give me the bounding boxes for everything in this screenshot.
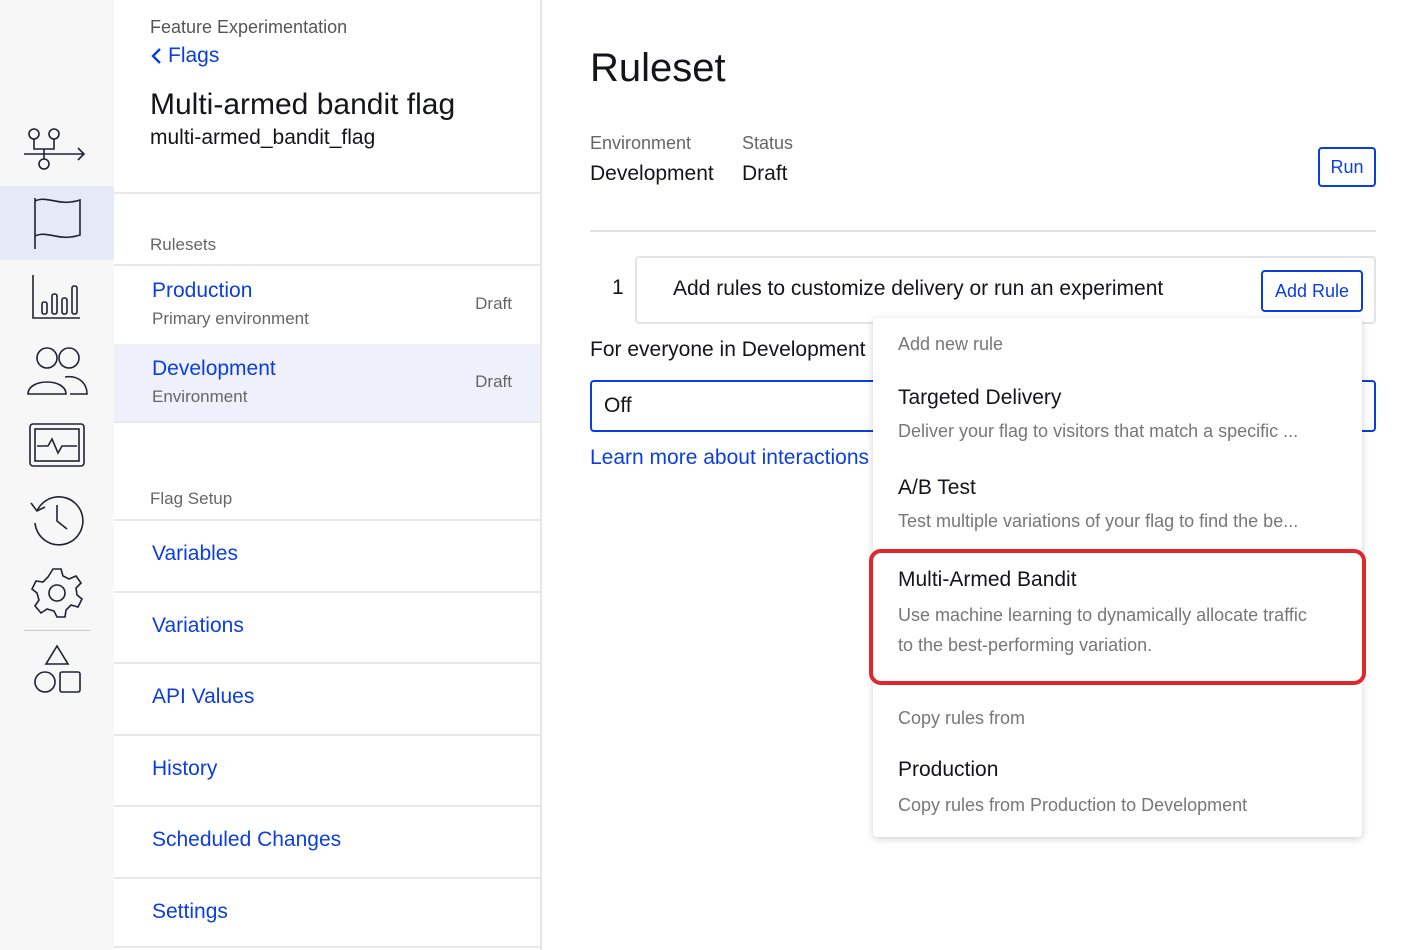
ruleset-subtitle: Environment (152, 387, 248, 406)
menu-option-description: Copy rules from Production to Developmen… (898, 795, 1248, 815)
chevron-left-icon (151, 48, 161, 64)
rail-item-history[interactable] (0, 482, 114, 556)
rail-item-flows[interactable] (0, 112, 114, 186)
menu-option-description: Test multiple variations of your flag to… (898, 511, 1299, 531)
setup-item-scheduled-changes[interactable]: Scheduled Changes (114, 805, 540, 877)
monitor-pulse-icon (29, 423, 85, 467)
rail-item-reports[interactable] (0, 260, 114, 334)
setup-item-label: Variations (152, 614, 244, 637)
ruleset-subtitle: Primary environment (152, 309, 309, 328)
everyone-rule-label: For everyone in Development (590, 338, 866, 361)
setup-item-variables[interactable]: Variables (114, 519, 540, 591)
setup-item-history[interactable]: History (114, 734, 540, 806)
setup-item-label: Variables (152, 542, 238, 565)
menu-section-heading: Copy rules from (898, 708, 1026, 728)
flag-sidebar: Feature Experimentation Flags Multi-arme… (114, 0, 542, 950)
ruleset-name: Production (152, 279, 253, 302)
select-value: Off (604, 394, 632, 417)
back-link-label: Flags (168, 44, 220, 67)
status-value: Draft (742, 162, 788, 185)
add-rule-button[interactable]: Add Rule (1261, 270, 1363, 312)
rail-item-audiences[interactable] (0, 334, 114, 408)
empty-rule-card: Add rules to customize delivery or run a… (635, 256, 1376, 324)
rail-item-settings[interactable] (0, 556, 114, 630)
rule-number: 1 (612, 276, 624, 299)
setup-item-api-values[interactable]: API Values (114, 662, 540, 734)
setup-item-label: History (152, 757, 218, 780)
menu-option-title: A/B Test (898, 476, 976, 499)
divider (114, 946, 540, 948)
menu-option-ab-test[interactable]: A/B Test Test multiple variations of you… (873, 466, 1362, 548)
ruleset-item-production[interactable]: Production Primary environment Draft (114, 266, 540, 344)
gear-icon (30, 568, 84, 618)
highlight-outline (869, 549, 1366, 685)
learn-more-link[interactable]: Learn more about interactions (590, 446, 869, 470)
flag-key: multi-armed_bandit_flag (150, 126, 376, 149)
back-to-flags-link[interactable]: Flags (150, 44, 219, 68)
flag-name: Multi-armed bandit flag (150, 88, 456, 121)
menu-section-heading: Add new rule (898, 334, 1004, 354)
environment-value: Development (590, 162, 714, 185)
menu-option-title: Targeted Delivery (898, 386, 1062, 409)
bar-chart-icon (32, 275, 80, 319)
setup-item-label: API Values (152, 685, 255, 708)
run-button[interactable]: Run (1318, 147, 1376, 187)
flag-setup-heading: Flag Setup (150, 489, 233, 508)
users-icon (27, 347, 88, 395)
history-icon (30, 496, 84, 546)
divider (590, 230, 1376, 232)
menu-option-targeted-delivery[interactable]: Targeted Delivery Deliver your flag to v… (873, 374, 1362, 456)
menu-option-title: Production (898, 758, 999, 781)
setup-item-variations[interactable]: Variations (114, 591, 540, 663)
status-label: Status (742, 133, 794, 153)
setup-item-label: Scheduled Changes (152, 828, 342, 851)
setup-item-settings[interactable]: Settings (114, 877, 540, 949)
empty-rule-text: Add rules to customize delivery or run a… (673, 277, 1164, 300)
page-title: Ruleset (590, 46, 726, 90)
icon-rail (0, 0, 114, 950)
ruleset-status: Draft (475, 372, 512, 391)
breadcrumb: Feature Experimentation (150, 17, 348, 37)
rail-divider (24, 630, 90, 631)
ruleset-item-development[interactable]: Development Environment Draft (114, 344, 540, 422)
rulesets-heading: Rulesets (150, 235, 217, 254)
ruleset-name: Development (152, 357, 276, 380)
flag-icon (34, 198, 81, 249)
rail-item-flags[interactable] (0, 186, 114, 260)
divider (114, 192, 540, 194)
menu-option-description: Deliver your flag to visitors that match… (898, 421, 1299, 441)
flow-icon (24, 128, 86, 170)
rail-item-apps[interactable] (0, 633, 114, 707)
setup-item-label: Settings (152, 900, 228, 923)
ruleset-status: Draft (475, 294, 512, 313)
environment-label: Environment (590, 133, 692, 153)
rail-item-events[interactable] (0, 408, 114, 482)
divider (114, 421, 540, 423)
menu-option-copy-production[interactable]: Production Copy rules from Production to… (873, 748, 1362, 828)
shapes-icon (34, 644, 81, 693)
